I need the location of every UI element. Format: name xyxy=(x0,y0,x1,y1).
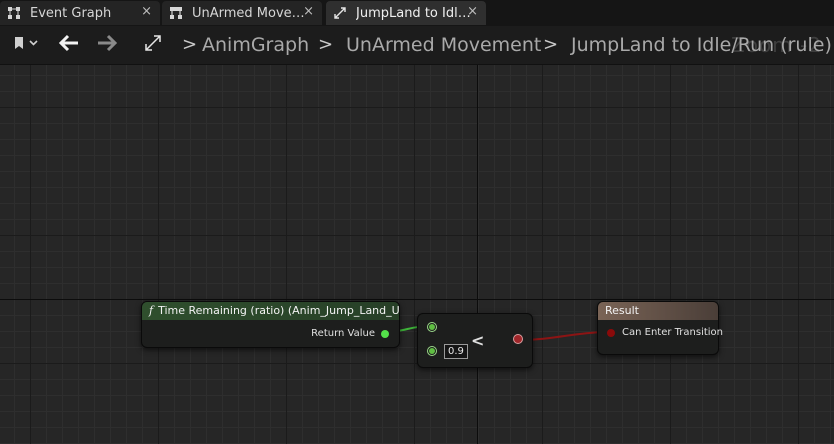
forward-button[interactable] xyxy=(92,26,122,64)
tab-label: JumpLand to Idl… xyxy=(356,5,471,21)
breadcrumb-item-unarmed-movement[interactable]: UnArmed Movement xyxy=(346,26,541,64)
state-machine-icon xyxy=(168,5,184,21)
can-enter-transition-pin[interactable] xyxy=(607,329,615,337)
close-icon[interactable]: × xyxy=(467,4,478,19)
tab-strip: Event Graph × UnArmed Move… × JumpLand t… xyxy=(0,0,834,26)
time-remaining-node[interactable]: f Time Remaining (ratio) (Anim_Jump_Land_… xyxy=(141,301,400,348)
default-value-field[interactable]: 0.9 xyxy=(444,344,468,359)
tab-transition-rule[interactable]: JumpLand to Idl… × xyxy=(326,1,486,25)
breadcrumb-separator: > xyxy=(318,34,334,55)
back-button[interactable] xyxy=(54,26,84,64)
transition-icon xyxy=(144,34,162,56)
node-title: Time Remaining (ratio) (Anim_Jump_Land_U… xyxy=(158,304,399,317)
transition-icon xyxy=(332,5,348,21)
bookmark-button[interactable] xyxy=(6,26,44,64)
breadcrumb-item-transition-rule[interactable]: JumpLand to Idle/Run (rule) xyxy=(571,26,832,64)
pin-label: Can Enter Transition xyxy=(622,327,724,338)
event-graph-icon xyxy=(6,5,22,21)
compare-node[interactable]: 0.9 < xyxy=(417,313,533,368)
close-icon[interactable]: × xyxy=(141,4,152,19)
tab-label: UnArmed Move… xyxy=(192,5,305,21)
operator-label: < xyxy=(471,331,485,350)
arrow-right-icon xyxy=(96,34,118,56)
pin-label: Return Value xyxy=(311,328,375,339)
tab-event-graph[interactable]: Event Graph × xyxy=(0,1,160,25)
breadcrumb-separator: > xyxy=(182,34,198,55)
node-header: f Time Remaining (ratio) (Anim_Jump_Land_… xyxy=(142,302,399,320)
bookmark-icon xyxy=(12,35,38,55)
input-a-pin[interactable] xyxy=(427,322,437,332)
breadcrumb-item-animgraph[interactable]: AnimGraph xyxy=(202,26,309,64)
arrow-left-icon xyxy=(58,34,80,56)
graph-canvas[interactable]: f Time Remaining (ratio) (Anim_Jump_Land_… xyxy=(0,65,834,444)
output-bool-pin[interactable] xyxy=(514,335,522,343)
graph-toolbar: > AnimGraph > UnArmed Movement Zoom -2 >… xyxy=(0,26,834,65)
node-title: Result xyxy=(605,304,639,317)
close-icon[interactable]: × xyxy=(303,4,314,19)
wires-layer xyxy=(382,325,611,341)
breadcrumb-separator: > xyxy=(543,34,559,55)
transition-graph-button[interactable] xyxy=(140,26,166,64)
tab-label: Event Graph xyxy=(30,5,112,21)
input-b-pin[interactable] xyxy=(427,346,437,356)
function-icon: f xyxy=(149,304,154,317)
node-header: Result xyxy=(598,302,718,320)
tab-unarmed-movement[interactable]: UnArmed Move… × xyxy=(162,1,322,25)
result-node[interactable]: Result Can Enter Transition xyxy=(597,301,723,355)
return-value-pin[interactable] xyxy=(381,330,389,338)
